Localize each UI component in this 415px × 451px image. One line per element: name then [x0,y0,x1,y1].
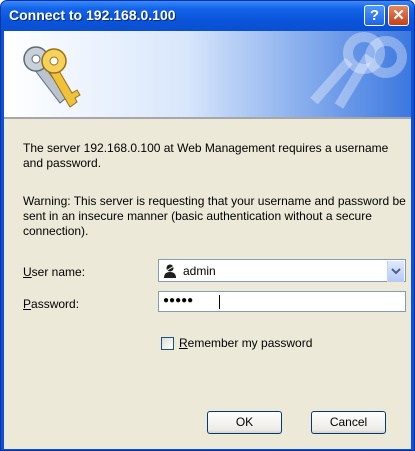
keys-icon [23,46,81,108]
window-title: Connect to 192.168.0.100 [9,7,176,23]
keys-watermark-icon [310,32,407,109]
username-combobox[interactable]: admin [158,259,406,282]
banner [4,31,411,117]
close-button[interactable]: ✕ [388,5,409,26]
username-value: admin [183,264,216,278]
remember-password-label[interactable]: Remember my password [179,336,312,350]
help-button[interactable]: ? [364,5,385,26]
chevron-down-icon [391,268,401,275]
username-dropdown-button[interactable] [387,261,404,282]
user-icon [164,264,176,278]
server-message: The server 192.168.0.100 at Web Manageme… [23,141,389,170]
ok-button[interactable]: OK [207,411,282,434]
login-dialog: Connect to 192.168.0.100 ? ✕ The server … [0,0,415,451]
text-caret [219,295,220,309]
security-warning: Warning: This server is requesting that … [23,194,406,238]
remember-password-checkbox[interactable] [161,337,174,350]
password-label: Password: [23,297,80,311]
username-label: User name: [23,265,86,279]
password-value: ●●●●● [163,295,194,306]
password-field[interactable]: ●●●●● [158,291,406,312]
dialog-body: The server 192.168.0.100 at Web Manageme… [4,31,411,449]
banner-divider [4,117,411,119]
cancel-button[interactable]: Cancel [311,411,386,434]
title-bar[interactable]: Connect to 192.168.0.100 ? ✕ [1,1,414,31]
